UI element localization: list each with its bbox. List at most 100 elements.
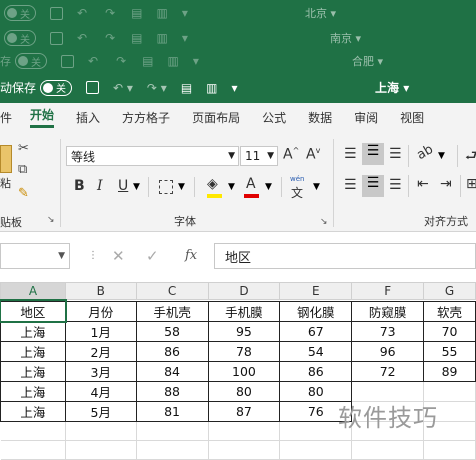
cell[interactable]: [351, 440, 425, 460]
chevron-down-icon[interactable]: ▼: [228, 182, 235, 192]
chevron-down-icon[interactable]: ▼: [178, 182, 185, 192]
copy-icon[interactable]: ⧉: [18, 162, 27, 177]
insert-function-icon[interactable]: fx: [185, 248, 197, 263]
save-icon[interactable]: [50, 6, 63, 20]
autosave-toggle[interactable]: 关: [40, 79, 73, 96]
align-top-icon[interactable]: ☰: [344, 146, 357, 162]
cell[interactable]: [136, 421, 209, 441]
column-header-f[interactable]: F: [351, 282, 425, 300]
redo-icon[interactable]: ↷: [105, 6, 115, 20]
save-icon[interactable]: [50, 31, 63, 45]
cell[interactable]: 88: [135, 380, 209, 402]
cell[interactable]: 78: [207, 340, 281, 362]
increase-indent-icon[interactable]: ⇥: [440, 176, 452, 192]
phonetic-guide-icon[interactable]: wén: [290, 175, 304, 183]
align-middle-icon[interactable]: ☰: [362, 143, 384, 165]
cell[interactable]: 手机膜: [207, 300, 281, 322]
tab-formulas[interactable]: 公式: [262, 109, 286, 126]
chevron-down-icon[interactable]: ▼: [265, 182, 272, 192]
cell[interactable]: 86: [279, 360, 353, 382]
cell[interactable]: 手机壳: [135, 300, 209, 322]
paste-label[interactable]: 粘: [0, 175, 11, 191]
cell[interactable]: 4月: [64, 380, 137, 402]
enter-icon[interactable]: ✓: [146, 247, 159, 265]
tab-data[interactable]: 数据: [308, 109, 332, 126]
chevron-down-icon[interactable]: ▼: [313, 182, 320, 192]
redo-icon[interactable]: ↷: [105, 31, 115, 45]
column-header-e[interactable]: E: [279, 282, 353, 300]
format-painter-icon[interactable]: ▥: [156, 6, 167, 20]
underline-button[interactable]: U: [118, 178, 128, 194]
cell[interactable]: 86: [135, 340, 209, 362]
wrap-text-icon[interactable]: ⮐: [465, 145, 476, 169]
customize-icon[interactable]: ▾: [193, 54, 199, 68]
redo-icon[interactable]: ↷ ▾: [147, 81, 167, 95]
chevron-down-icon[interactable]: ▼: [133, 182, 140, 192]
cell[interactable]: 81: [135, 400, 209, 422]
tab-insert[interactable]: 插入: [76, 109, 100, 126]
italic-button[interactable]: I: [97, 178, 103, 194]
column-header-b[interactable]: B: [64, 282, 137, 300]
window-title[interactable]: 上海 ▾: [375, 79, 409, 96]
cell[interactable]: [0, 440, 66, 460]
cell[interactable]: 上海: [0, 320, 66, 342]
align-bottom-icon[interactable]: ☰: [389, 146, 402, 162]
tab-page-layout[interactable]: 页面布局: [192, 109, 240, 126]
cut-icon[interactable]: ✂: [18, 141, 29, 156]
shrink-font-icon[interactable]: Av: [306, 146, 320, 163]
cell[interactable]: 月份: [64, 300, 137, 322]
customize-icon[interactable]: ▾: [182, 31, 188, 45]
cell[interactable]: 1月: [64, 320, 137, 342]
column-header-g[interactable]: G: [423, 282, 476, 300]
align-left-icon[interactable]: ☰: [344, 177, 357, 193]
cell[interactable]: 72: [351, 360, 425, 382]
chevron-down-icon[interactable]: ▼: [58, 251, 65, 261]
print-preview-icon[interactable]: ▤: [142, 54, 153, 68]
cell[interactable]: 钢化膜: [279, 300, 353, 322]
cell[interactable]: 上海: [0, 360, 66, 382]
print-preview-icon[interactable]: ▤: [181, 81, 192, 95]
cell[interactable]: 58: [135, 320, 209, 342]
cell[interactable]: 67: [279, 320, 353, 342]
print-preview-icon[interactable]: ▤: [131, 6, 142, 20]
print-preview-icon[interactable]: ▤: [131, 31, 142, 45]
cell[interactable]: 软壳: [423, 300, 476, 322]
column-header-d[interactable]: D: [207, 282, 281, 300]
cell[interactable]: 100: [207, 360, 281, 382]
orientation-icon[interactable]: ab: [414, 142, 436, 163]
cell[interactable]: 80: [207, 380, 281, 402]
cell[interactable]: 55: [423, 340, 476, 362]
cell[interactable]: 地区: [0, 299, 68, 323]
column-header-c[interactable]: C: [135, 282, 209, 300]
font-name-box[interactable]: 等线 ▼: [66, 146, 239, 166]
chevron-down-icon[interactable]: ▼: [267, 151, 274, 161]
align-center-icon[interactable]: ☰: [362, 175, 384, 197]
formula-input[interactable]: 地区: [214, 243, 476, 269]
undo-icon[interactable]: ↶: [77, 31, 87, 45]
cell[interactable]: 2月: [64, 340, 137, 362]
decrease-indent-icon[interactable]: ⇤: [417, 176, 429, 192]
chevron-down-icon[interactable]: ▼: [228, 151, 235, 161]
save-icon[interactable]: [86, 81, 100, 94]
paste-icon[interactable]: [0, 145, 12, 173]
cell[interactable]: [0, 421, 66, 441]
bold-button[interactable]: B: [74, 178, 85, 194]
cell[interactable]: 上海: [0, 340, 66, 362]
cell[interactable]: 3月: [64, 360, 137, 382]
cell[interactable]: 上海: [0, 400, 66, 422]
tab-file[interactable]: 件: [0, 109, 12, 126]
column-header-a[interactable]: A: [0, 282, 66, 301]
cell[interactable]: 89: [423, 360, 476, 382]
cell[interactable]: [65, 440, 137, 460]
cell[interactable]: 84: [135, 360, 209, 382]
tab-home[interactable]: 开始: [30, 106, 55, 128]
cell[interactable]: 防窥膜: [351, 300, 425, 322]
cell[interactable]: [279, 440, 353, 460]
dialog-launcher-icon[interactable]: ↘: [320, 217, 328, 227]
format-painter-icon[interactable]: ▥: [167, 54, 178, 68]
more-icon[interactable]: ⋮: [88, 250, 98, 261]
dialog-launcher-icon[interactable]: ↘: [47, 215, 55, 225]
cell[interactable]: 70: [423, 320, 476, 342]
borders-icon[interactable]: [159, 180, 173, 194]
cell[interactable]: [208, 440, 281, 460]
